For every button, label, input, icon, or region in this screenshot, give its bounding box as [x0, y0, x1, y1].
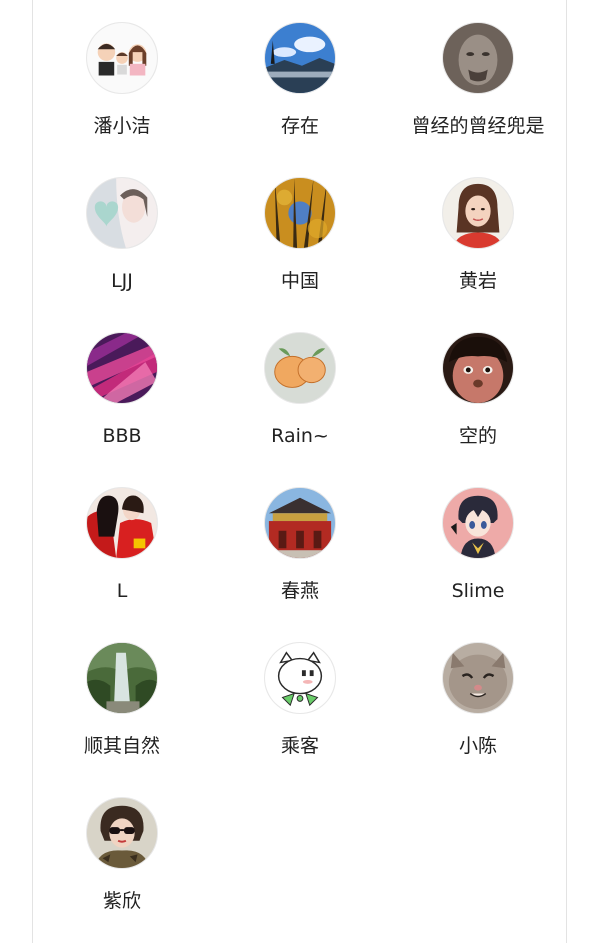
member-item[interactable]: 小陈	[389, 620, 567, 775]
member-item[interactable]: 春燕	[211, 465, 389, 620]
member-name: BBB	[102, 425, 142, 447]
waterfall-avatar[interactable]	[86, 642, 158, 714]
stone-face-avatar[interactable]	[442, 22, 514, 94]
anime-boy-avatar[interactable]	[442, 487, 514, 559]
member-name: 紫欣	[102, 890, 141, 912]
member-name: 空的	[458, 425, 497, 447]
member-item[interactable]: LJJ	[33, 155, 211, 310]
member-item[interactable]: 存在	[211, 0, 389, 155]
member-item[interactable]: 中国	[211, 155, 389, 310]
member-grid: 潘小洁 存在 曾经的曾经兜是 LJJ 中国 黄岩 BBB Rain~ 空的 L …	[33, 0, 568, 930]
woman-portrait-avatar[interactable]	[442, 177, 514, 249]
member-name: 存在	[280, 115, 319, 137]
member-item[interactable]: Slime	[389, 465, 567, 620]
member-item[interactable]: L	[33, 465, 211, 620]
oranges-drawing-avatar[interactable]	[264, 332, 336, 404]
sky-clouds-avatar[interactable]	[264, 22, 336, 94]
member-name: 小陈	[458, 735, 497, 757]
member-panel: 潘小洁 存在 曾经的曾经兜是 LJJ 中国 黄岩 BBB Rain~ 空的 L …	[32, 0, 567, 943]
member-item[interactable]: 潘小洁	[33, 0, 211, 155]
member-name: L	[116, 580, 128, 602]
girl-heart-avatar[interactable]	[86, 177, 158, 249]
member-name: 潘小洁	[93, 115, 151, 137]
pink-feathers-avatar[interactable]	[86, 332, 158, 404]
cartoon-cat-avatar[interactable]	[264, 642, 336, 714]
member-name: LJJ	[111, 270, 133, 292]
red-couple-avatar[interactable]	[86, 487, 158, 559]
cat-face-avatar[interactable]	[442, 642, 514, 714]
member-name: 顺其自然	[83, 735, 160, 757]
member-item[interactable]: 乘客	[211, 620, 389, 775]
member-name: 春燕	[280, 580, 319, 602]
gate-building-avatar[interactable]	[264, 487, 336, 559]
member-name: 黄岩	[458, 270, 497, 292]
member-name: 乘客	[280, 735, 319, 757]
member-name: 曾经的曾经兜是	[411, 115, 545, 137]
child-face-avatar[interactable]	[442, 332, 514, 404]
member-item[interactable]: 顺其自然	[33, 620, 211, 775]
member-name: 中国	[280, 270, 319, 292]
sunglasses-woman-avatar[interactable]	[86, 797, 158, 869]
member-item[interactable]: Rain~	[211, 310, 389, 465]
member-name: Slime	[451, 580, 505, 602]
member-name: Rain~	[271, 425, 329, 447]
autumn-trees-avatar[interactable]	[264, 177, 336, 249]
member-item[interactable]: BBB	[33, 310, 211, 465]
family-cartoon-avatar[interactable]	[86, 22, 158, 94]
member-item[interactable]: 黄岩	[389, 155, 567, 310]
member-item[interactable]: 空的	[389, 310, 567, 465]
member-item[interactable]: 紫欣	[33, 775, 211, 930]
member-item[interactable]: 曾经的曾经兜是	[389, 0, 567, 155]
